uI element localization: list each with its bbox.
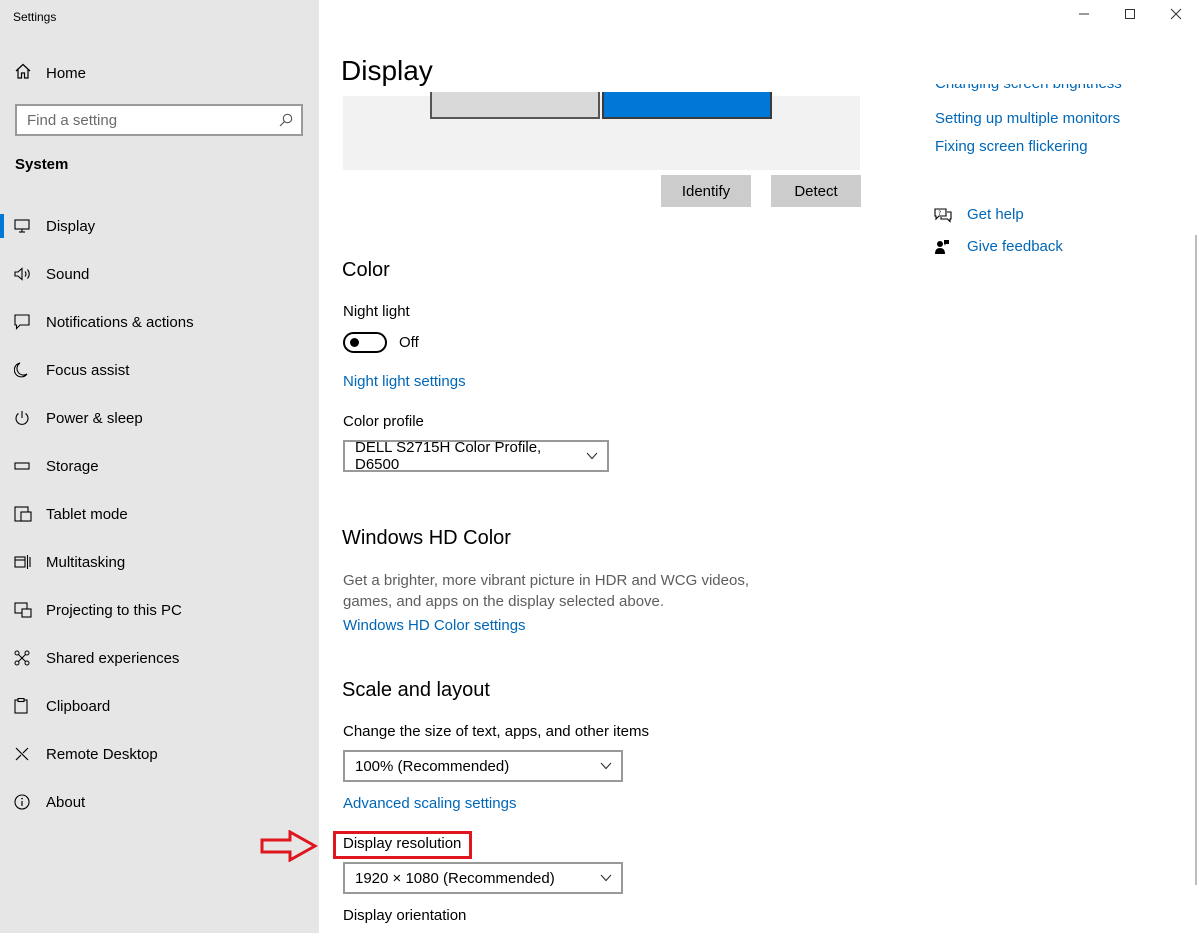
color-profile-dropdown[interactable]: DELL S2715H Color Profile, D6500 — [343, 439, 609, 473]
minimize-icon — [1078, 7, 1090, 25]
display-resolution-label: Display resolution — [343, 835, 462, 852]
maximize-icon — [1124, 7, 1136, 25]
search-icon[interactable] — [271, 113, 301, 127]
sidebar-item-label: Power & sleep — [46, 409, 143, 427]
sidebar-item-label: Storage — [46, 457, 99, 475]
close-icon — [1170, 7, 1182, 25]
monitor-1-tile[interactable] — [430, 92, 600, 119]
section-label: System — [15, 156, 69, 173]
monitor-2-tile[interactable] — [602, 92, 772, 119]
power-icon — [14, 408, 46, 428]
search-placeholder: Find a setting — [27, 111, 118, 129]
sidebar-item-label: Multitasking — [46, 553, 126, 571]
sidebar-item-label: Sound — [46, 265, 90, 283]
night-light-label: Night light — [343, 303, 410, 320]
sidebar-item-sound[interactable]: Sound — [0, 250, 319, 298]
resolution-value: 1920 × 1080 (Recommended) — [355, 869, 555, 887]
svg-text:?: ? — [938, 210, 941, 217]
identify-button[interactable]: Identify — [661, 175, 751, 207]
sidebar-item-display[interactable]: Display — [0, 202, 319, 250]
toggle-knob — [350, 338, 359, 347]
sidebar-item-clipboard[interactable]: Clipboard — [0, 682, 319, 730]
chevron-down-icon — [591, 874, 621, 882]
sidebar-nav: Display Sound Notifications & actions Fo… — [0, 202, 319, 826]
monitor-arrangement-area — [343, 92, 860, 170]
red-arrow-annotation — [260, 829, 319, 867]
remote-desktop-icon — [14, 744, 46, 764]
color-profile-label: Color profile — [343, 413, 424, 430]
color-heading: Color — [342, 259, 390, 281]
hd-color-description: Get a brighter, more vibrant picture in … — [343, 572, 749, 610]
projector-icon — [14, 600, 46, 620]
sidebar-item-about[interactable]: About — [0, 778, 319, 826]
notification-icon — [14, 312, 46, 332]
sidebar-item-projecting[interactable]: Projecting to this PC — [0, 586, 319, 634]
sidebar-item-tablet-mode[interactable]: Tablet mode — [0, 490, 319, 538]
night-light-state: Off — [399, 334, 419, 351]
sidebar-item-multitasking[interactable]: Multitasking — [0, 538, 319, 586]
advanced-scaling-link[interactable]: Advanced scaling settings — [343, 795, 516, 812]
sidebar-item-label: Shared experiences — [46, 649, 180, 667]
speaker-icon — [14, 264, 46, 284]
close-button[interactable] — [1153, 0, 1199, 32]
sidebar-item-shared-experiences[interactable]: Shared experiences — [0, 634, 319, 682]
related-link-multiple-monitors[interactable]: Setting up multiple monitors — [935, 110, 1120, 127]
tablet-icon — [14, 504, 46, 524]
night-light-settings-link[interactable]: Night light settings — [343, 373, 466, 390]
chevron-down-icon — [577, 452, 607, 460]
feedback-icon — [934, 239, 967, 255]
sidebar-item-label: Clipboard — [46, 697, 111, 715]
sidebar-item-power-sleep[interactable]: Power & sleep — [0, 394, 319, 442]
give-feedback-label: Give feedback — [967, 238, 1063, 255]
chevron-down-icon — [591, 762, 621, 770]
scale-size-label: Change the size of text, apps, and other… — [343, 723, 650, 740]
night-light-toggle[interactable] — [343, 332, 387, 353]
display-orientation-label: Display orientation — [343, 907, 467, 924]
shared-icon — [14, 648, 46, 668]
related-link-brightness[interactable]: Changing screen brightness — [935, 84, 1122, 92]
monitor-icon — [14, 216, 46, 236]
resolution-dropdown[interactable]: 1920 × 1080 (Recommended) — [343, 862, 623, 894]
home-icon — [15, 63, 46, 83]
detect-button[interactable]: Detect — [771, 175, 861, 207]
scale-dropdown[interactable]: 100% (Recommended) — [343, 750, 623, 782]
storage-icon — [14, 456, 46, 476]
page-title: Display — [341, 55, 433, 86]
sidebar-item-storage[interactable]: Storage — [0, 442, 319, 490]
sidebar-item-label: About — [46, 793, 86, 811]
related-link-clip: Changing screen brightness — [935, 84, 1135, 100]
sidebar-item-label: Display — [46, 217, 96, 235]
sidebar-item-label: Tablet mode — [46, 505, 128, 523]
minimize-button[interactable] — [1061, 0, 1107, 32]
scale-value: 100% (Recommended) — [355, 757, 510, 775]
info-icon — [14, 792, 46, 812]
get-help-label: Get help — [967, 206, 1024, 223]
scrollbar[interactable] — [1195, 235, 1197, 885]
related-link-flickering[interactable]: Fixing screen flickering — [935, 138, 1088, 155]
give-feedback-link[interactable]: Give feedback — [934, 238, 1063, 255]
sidebar-item-focus-assist[interactable]: Focus assist — [0, 346, 319, 394]
home-label: Home — [46, 64, 87, 82]
hd-color-heading: Windows HD Color — [342, 527, 511, 549]
color-profile-value: DELL S2715H Color Profile, D6500 — [355, 439, 542, 473]
search-input[interactable]: Find a setting — [15, 104, 303, 136]
sidebar-item-label: Focus assist — [46, 361, 130, 379]
maximize-button[interactable] — [1107, 0, 1153, 32]
sidebar-item-remote-desktop[interactable]: Remote Desktop — [0, 730, 319, 778]
scale-layout-heading: Scale and layout — [342, 679, 490, 701]
help-chat-icon: ? — [934, 207, 967, 223]
sidebar: Settings Home Find a setting System Disp… — [0, 0, 319, 933]
clipboard-icon — [14, 696, 46, 716]
multitasking-icon — [14, 552, 46, 572]
app-title: Settings — [13, 10, 57, 24]
sidebar-item-label: Projecting to this PC — [46, 601, 182, 619]
sidebar-item-label: Remote Desktop — [46, 745, 158, 763]
sidebar-item-notifications[interactable]: Notifications & actions — [0, 298, 319, 346]
sidebar-item-label: Notifications & actions — [46, 313, 194, 331]
get-help-link[interactable]: ? Get help — [934, 206, 1024, 223]
hd-color-settings-link[interactable]: Windows HD Color settings — [343, 617, 526, 634]
home-button[interactable]: Home — [15, 62, 86, 84]
moon-icon — [14, 360, 46, 380]
